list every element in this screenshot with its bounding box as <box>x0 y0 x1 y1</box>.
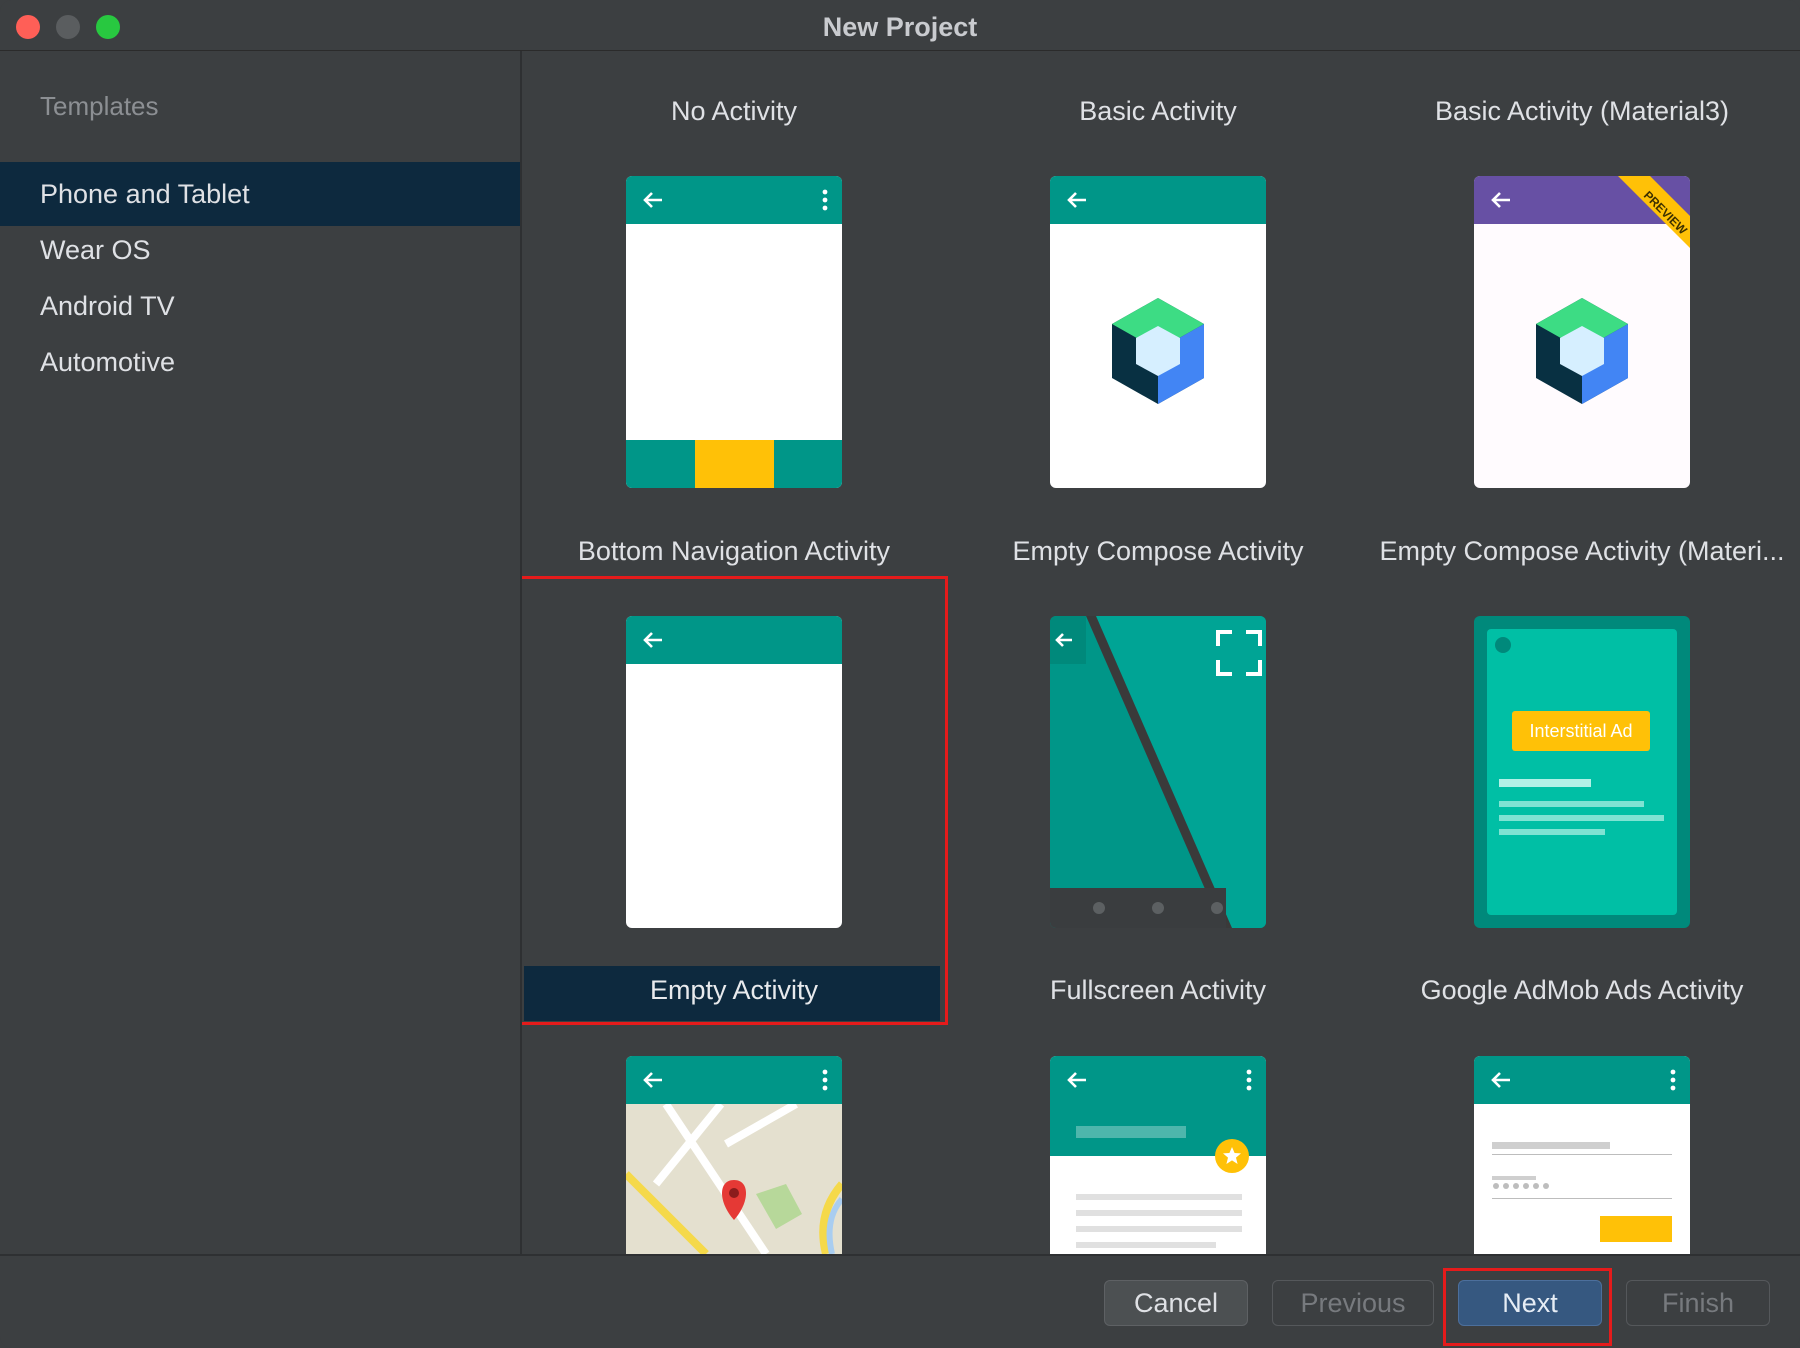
input-underline <box>1492 1154 1672 1155</box>
compose-logo-icon <box>1112 298 1204 404</box>
template-thumb-google-maps-activity[interactable] <box>626 1056 842 1254</box>
template-thumb-login-activity[interactable] <box>1474 1056 1690 1254</box>
app-bar <box>1050 176 1266 224</box>
password-dots-icon <box>1492 1176 1549 1189</box>
back-arrow-icon <box>1491 192 1510 208</box>
cancel-button[interactable]: Cancel <box>1104 1280 1248 1326</box>
bottom-nav-bar <box>626 440 842 488</box>
back-arrow-icon <box>1491 1072 1510 1088</box>
placeholder-line <box>1076 1194 1242 1200</box>
placeholder-line <box>1076 1242 1216 1248</box>
map-illustration <box>626 1104 842 1254</box>
placeholder-line <box>1499 829 1605 835</box>
back-arrow-icon <box>643 1072 662 1088</box>
more-options-icon <box>1246 1069 1252 1091</box>
template-thumb-fullscreen-activity[interactable] <box>1050 616 1266 928</box>
sidebar-item-wear-os[interactable]: Wear OS <box>0 218 520 282</box>
interstitial-panel: Interstitial Ad <box>1487 629 1677 915</box>
placeholder-line <box>1492 1142 1610 1149</box>
template-label-basic-activity: Basic Activity <box>1079 96 1237 126</box>
template-label-fullscreen-activity: Fullscreen Activity <box>1049 975 1267 1005</box>
window-title: New Project <box>822 12 978 42</box>
more-options-icon <box>822 189 828 211</box>
back-arrow-icon <box>1067 1072 1086 1088</box>
placeholder-line <box>1499 779 1591 787</box>
selection-annotation-box <box>522 576 948 1025</box>
fullscreen-illustration <box>1050 616 1266 928</box>
sign-in-button-placeholder <box>1600 1216 1672 1242</box>
back-arrow-icon <box>643 192 662 208</box>
template-label-empty-compose-activity: Empty Compose Activity <box>1012 536 1304 566</box>
template-thumb-basic-activity-material3[interactable]: PREVIEW <box>1474 176 1690 488</box>
app-bar <box>1474 1056 1690 1104</box>
template-thumb-scrolling-activity[interactable] <box>1050 1056 1266 1254</box>
template-thumb-no-activity[interactable] <box>626 176 842 488</box>
new-project-dialog: New Project Templates Phone and Tablet W… <box>0 0 1800 1348</box>
preview-ribbon: PREVIEW <box>1618 176 1690 248</box>
placeholder-line <box>1076 1226 1242 1232</box>
finish-button[interactable]: Finish <box>1626 1280 1770 1326</box>
app-bar <box>626 1056 842 1104</box>
template-label-basic-activity-material3: Basic Activity (Material3) <box>1434 96 1730 126</box>
dialog-footer: Cancel Previous Next Finish <box>0 1254 1800 1348</box>
star-fab-icon <box>1215 1139 1249 1173</box>
sidebar-header: Templates <box>40 91 159 121</box>
sidebar-item-phone-and-tablet[interactable]: Phone and Tablet <box>0 162 520 226</box>
bottom-nav-active-item <box>695 440 774 488</box>
more-options-icon <box>822 1069 828 1091</box>
templates-sidebar: Templates Phone and Tablet Wear OS Andro… <box>0 51 522 1254</box>
ad-close-dot <box>1495 637 1511 653</box>
template-label-no-activity: No Activity <box>670 96 798 126</box>
compose-logo-icon <box>1536 298 1628 404</box>
template-label-bottom-navigation-activity: Bottom Navigation Activity <box>577 536 891 566</box>
template-label-google-admob-ads-activity: Google AdMob Ads Activity <box>1420 975 1744 1005</box>
template-thumb-basic-activity[interactable] <box>1050 176 1266 488</box>
title-bar: New Project <box>0 0 1800 51</box>
placeholder-line <box>1076 1210 1242 1216</box>
template-thumb-google-admob-ads-activity[interactable]: Interstitial Ad <box>1474 616 1690 928</box>
previous-button[interactable]: Previous <box>1272 1280 1434 1326</box>
sidebar-item-automotive[interactable]: Automotive <box>0 330 520 394</box>
placeholder-line <box>1499 815 1664 821</box>
placeholder-line <box>1499 801 1644 807</box>
input-underline <box>1492 1198 1672 1199</box>
more-options-icon <box>1670 1069 1676 1091</box>
template-label-empty-compose-activity-material: Empty Compose Activity (Materi... <box>1379 536 1785 566</box>
app-bar <box>626 176 842 224</box>
template-gallery: No Activity Basic Activity Basic Activit… <box>522 51 1800 1254</box>
sidebar-item-android-tv[interactable]: Android TV <box>0 274 520 338</box>
next-annotation-box <box>1443 1268 1612 1346</box>
interstitial-ad-badge: Interstitial Ad <box>1512 711 1650 751</box>
back-arrow-icon <box>1067 192 1086 208</box>
placeholder-title-line <box>1076 1126 1186 1138</box>
